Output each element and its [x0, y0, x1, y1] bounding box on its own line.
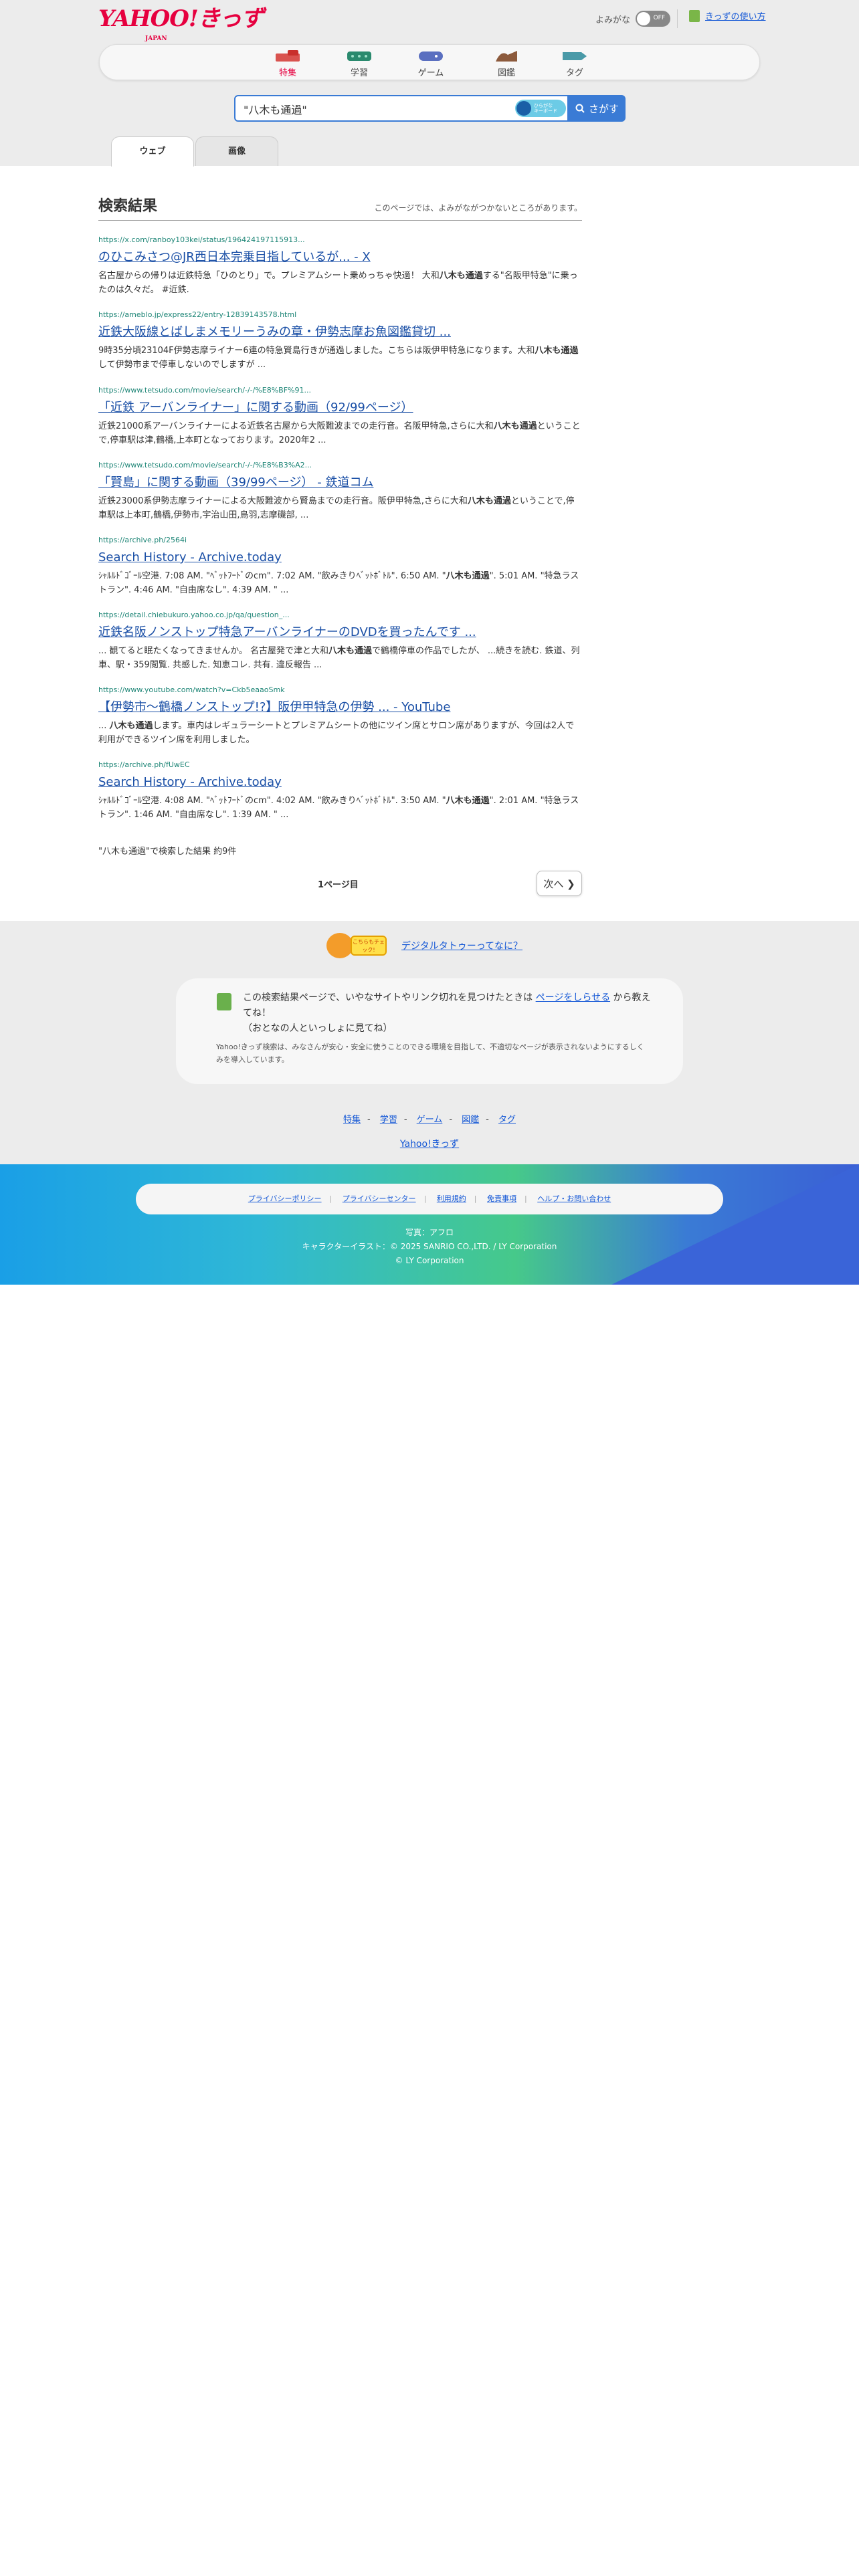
search-icon — [575, 104, 585, 113]
hiragana-keyboard-button[interactable]: ひらがな キーボード — [515, 100, 566, 117]
result-snippet: ｼｬﾙﾙﾄﾞｺﾞｰﾙ空港. 4:08 AM. "ﾍﾞｯﾄﾌｰﾄﾞのcm". 4:… — [98, 796, 579, 820]
nav-game[interactable]: ゲーム — [404, 49, 458, 78]
tab-images[interactable]: 画像 — [195, 136, 278, 166]
nav-gakushu[interactable]: 学習 — [332, 49, 386, 78]
result-url: https://detail.chiebukuro.yahoo.co.jp/qa… — [98, 611, 290, 619]
game-controller-icon — [419, 51, 443, 61]
result-item: https://ameblo.jp/express22/entry-128391… — [98, 310, 582, 372]
result-url: https://www.tetsudo.com/movie/search/-/-… — [98, 386, 311, 395]
privacy-center-link[interactable]: プライバシーセンター — [343, 1194, 416, 1203]
result-title-link[interactable]: 「賢島」に関する動画（39/99ページ） - 鉄道コム — [98, 474, 582, 492]
result-snippet: 名古屋からの帰りは近鉄特急「ひのとり」で。プレミアムシート乗めっちゃ快適！ 大和… — [98, 271, 578, 295]
footer-nav-tag[interactable]: タグ — [498, 1115, 516, 1125]
digital-tattoo-banner: こちらもチェック! デジタルタトゥーってなに？ — [326, 933, 522, 958]
lion-mascot-icon — [326, 933, 353, 958]
result-title-link[interactable]: 近鉄大阪線とばしまメモリーうみの章・伊勢志摩お魚図鑑貸切 ... — [98, 324, 582, 341]
search-box: ひらがな キーボード — [234, 95, 569, 122]
footer-nav-tokushu[interactable]: 特集 — [343, 1115, 361, 1125]
zukan-icon — [496, 51, 517, 62]
check-badge: こちらもチェック! — [351, 936, 387, 956]
result-snippet: 近鉄21000系アーバンライナーによる近鉄名古屋から大阪難波までの走行音。名阪甲… — [98, 421, 581, 445]
result-title-link[interactable]: 近鉄名阪ノンストップ特急アーバンライナーのDVDを買ったんです ... — [98, 624, 582, 641]
book-icon — [689, 9, 700, 22]
result-title-link[interactable]: Search History - Archive.today — [98, 549, 582, 566]
result-item: https://detail.chiebukuro.yahoo.co.jp/qa… — [98, 611, 582, 672]
result-item: https://x.com/ranboy103kei/status/196424… — [98, 235, 582, 297]
privacy-policy-link[interactable]: プライバシーポリシー — [248, 1194, 322, 1203]
footer-nav-zukan[interactable]: 図鑑 — [462, 1115, 479, 1125]
search-button[interactable]: さがす — [569, 95, 626, 122]
footer-nav-game[interactable]: ゲーム — [417, 1115, 443, 1125]
result-url: https://www.tetsudo.com/movie/search/-/-… — [98, 461, 312, 469]
result-url: https://archive.ph/2564i — [98, 536, 187, 544]
result-snippet: ... 観てると眠たくなってきませんか。 名古屋発で津と大和八木も通過で鶴橋停車… — [98, 646, 580, 670]
tab-web[interactable]: ウェブ — [111, 136, 194, 167]
nav-tag[interactable]: タグ — [548, 49, 601, 78]
credits: 写真：アフロ キャラクターイラスト：© 2025 SANRIO CO.,LTD.… — [0, 1226, 859, 1268]
report-page-link[interactable]: ページをしらせる — [536, 992, 610, 1003]
yomigana-toggle[interactable]: OFF — [636, 11, 671, 27]
results-title: 検索結果 — [98, 198, 158, 215]
result-url: https://x.com/ranboy103kei/status/196424… — [98, 235, 305, 244]
next-page-button[interactable]: 次へ ❯ — [537, 871, 582, 896]
howto-link[interactable]: きっずの使い方 — [689, 9, 765, 22]
report-message: この検索結果ページで、いやなサイトやリンク切れを見つけたときは ページをしらせる… — [243, 992, 651, 1034]
result-title-link[interactable]: Search History - Archive.today — [98, 774, 582, 791]
category-nav: 特集 学習 ゲーム 図鑑 タグ — [99, 44, 760, 80]
photo-credit: 写真：アフロ — [405, 1228, 454, 1237]
footer-nav: 特集 - 学習 - ゲーム - 図鑑 - タグ — [343, 1115, 516, 1125]
page-indicator: 1ページ目 — [318, 880, 359, 890]
result-title-link[interactable]: 「近鉄 アーバンライナー」に関する動画（92/99ページ） — [98, 399, 582, 417]
footer-nav-gakushu[interactable]: 学習 — [380, 1115, 397, 1125]
character-credit: キャラクターイラスト：© 2025 SANRIO CO.,LTD. / LY C… — [302, 1242, 557, 1251]
header-divider — [677, 9, 678, 28]
footer-links-bar: プライバシーポリシー | プライバシーセンター | 利用規約 | 免責事項 | ヘルプ・… — [136, 1184, 723, 1214]
result-item: https://archive.ph/fUwEC Search History … — [98, 760, 582, 822]
keyboard-icon — [516, 101, 531, 116]
result-title-link[interactable]: のひこみさつ@JR西日本完乗目指しているが... - X — [98, 249, 582, 266]
footer-home-link[interactable]: Yahoo!きっず — [0, 1137, 859, 1150]
tokushu-icon — [276, 50, 300, 62]
yahoo-kids-logo[interactable]: YAHOO!きっず JAPAN — [98, 5, 264, 42]
result-url: https://archive.ph/fUwEC — [98, 760, 190, 769]
result-count: "八木も通過"で検索した結果 約9件 — [98, 847, 237, 857]
digital-tattoo-link[interactable]: デジタルタトゥーってなに？ — [401, 939, 522, 952]
terms-link[interactable]: 利用規約 — [437, 1194, 466, 1203]
disclaimer-link[interactable]: 免責事項 — [487, 1194, 516, 1203]
gakushu-icon — [347, 51, 371, 61]
tag-icon — [563, 52, 587, 60]
result-title-link[interactable]: 【伊勢市〜鶴橋ノンストップ!?】阪伊甲特急の伊勢 ... - YouTube — [98, 699, 582, 716]
result-snippet: ｼｬﾙﾙﾄﾞｺﾞｰﾙ空港. 7:08 AM. "ﾍﾞｯﾄﾌｰﾄﾞのcm". 7:… — [98, 571, 579, 595]
result-url: https://www.youtube.com/watch?v=Ckb5eaao… — [98, 685, 285, 694]
nav-tokushu[interactable]: 特集 — [261, 49, 314, 78]
result-snippet: ... 八木も通過します。車内はレギュラーシートとプレミアムシートの他にツイン席… — [98, 721, 575, 745]
report-box: この検索結果ページで、いやなサイトやリンク切れを見つけたときは ページをしらせる… — [176, 978, 683, 1084]
result-item: https://www.tetsudo.com/movie/search/-/-… — [98, 386, 582, 447]
result-item: https://archive.ph/2564i Search History … — [98, 536, 582, 597]
signboard-icon — [217, 993, 231, 1010]
result-item: https://www.youtube.com/watch?v=Ckb5eaao… — [98, 685, 582, 747]
result-url: https://ameblo.jp/express22/entry-128391… — [98, 310, 297, 319]
result-snippet: 9時35分頃23104F伊勢志摩ライナー6連の特急賢島行きが通過しました。こちら… — [98, 346, 579, 370]
chevron-right-icon: ❯ — [567, 877, 575, 890]
copyright: © LY Corporation — [395, 1256, 464, 1265]
yomigana-control: よみがな OFF — [595, 11, 671, 27]
nav-zukan[interactable]: 図鑑 — [480, 49, 533, 78]
result-snippet: 近鉄23000系伊勢志摩ライナーによる大阪難波から賢島までの走行音。阪伊甲特急,… — [98, 496, 575, 520]
yomigana-label: よみがな — [595, 15, 631, 25]
results-header: 検索結果 このページでは、よみがながつかないところがあります。 — [98, 194, 582, 221]
result-item: https://www.tetsudo.com/movie/search/-/-… — [98, 461, 582, 522]
search-input[interactable] — [244, 102, 504, 116]
results-note: このページでは、よみがながつかないところがあります。 — [374, 203, 582, 213]
search-bar: ひらがな キーボード さがす — [234, 95, 626, 122]
help-link[interactable]: ヘルプ・お問い合わせ — [537, 1194, 611, 1203]
report-subtext: Yahoo!きっず検索は、みなさんが安心・安全に使うことのできる環境を目指して、… — [216, 1043, 644, 1064]
